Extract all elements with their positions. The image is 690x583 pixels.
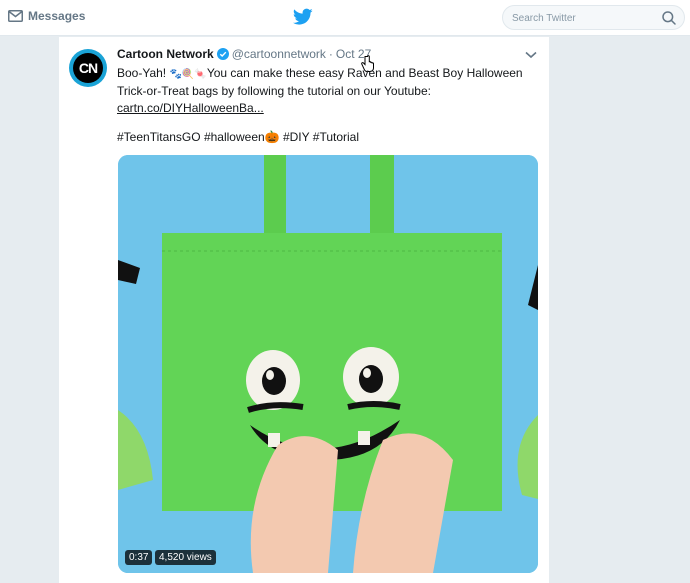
tweet-header: Cartoon Network @cartoonnetwork · Oct 27 [117,47,371,61]
nav-messages[interactable]: Messages [8,9,85,23]
search-icon[interactable] [662,11,676,25]
twitter-bird-icon[interactable] [293,8,313,26]
hashtags: #TeenTitansGO #halloween🎃 #DIY #Tutorial [117,130,359,144]
tweet-link[interactable]: cartn.co/DIYHalloweenBa... [117,101,264,115]
hashtag-halloween[interactable]: #halloween🎃 [204,130,280,144]
tweet-card[interactable]: CN Cartoon Network @cartoonnetwork · Oct… [59,37,549,583]
video-frame [118,155,538,573]
tweet-text-intro: Boo-Yah! [117,66,170,80]
avatar[interactable]: CN [69,49,107,87]
author-name[interactable]: Cartoon Network [117,47,214,61]
hashtag-tutorial[interactable]: #Tutorial [313,130,359,144]
author-handle[interactable]: @cartoonnetwork [232,47,326,61]
search-input[interactable] [512,10,652,26]
chevron-down-icon[interactable] [525,51,537,59]
top-nav: Messages [0,0,690,36]
video-player[interactable]: 0:37 4,520 views [118,155,538,573]
verified-badge-icon [216,48,229,60]
hashtag-teentitansgo[interactable]: #TeenTitansGO [117,130,201,144]
video-views: 4,520 views [155,550,216,565]
envelope-icon [8,10,23,22]
tweet-emoji: 🐾🍭🍬 [169,69,207,80]
video-duration: 0:37 [125,550,153,565]
hashtag-diy[interactable]: #DIY [283,130,309,144]
avatar-logo: CN [73,53,103,83]
nav-messages-label: Messages [28,9,86,23]
header-separator: · [328,47,333,61]
tweet-text: Boo-Yah! 🐾🍭🍬You can make these easy Rave… [117,65,537,117]
search-box[interactable] [502,5,685,30]
